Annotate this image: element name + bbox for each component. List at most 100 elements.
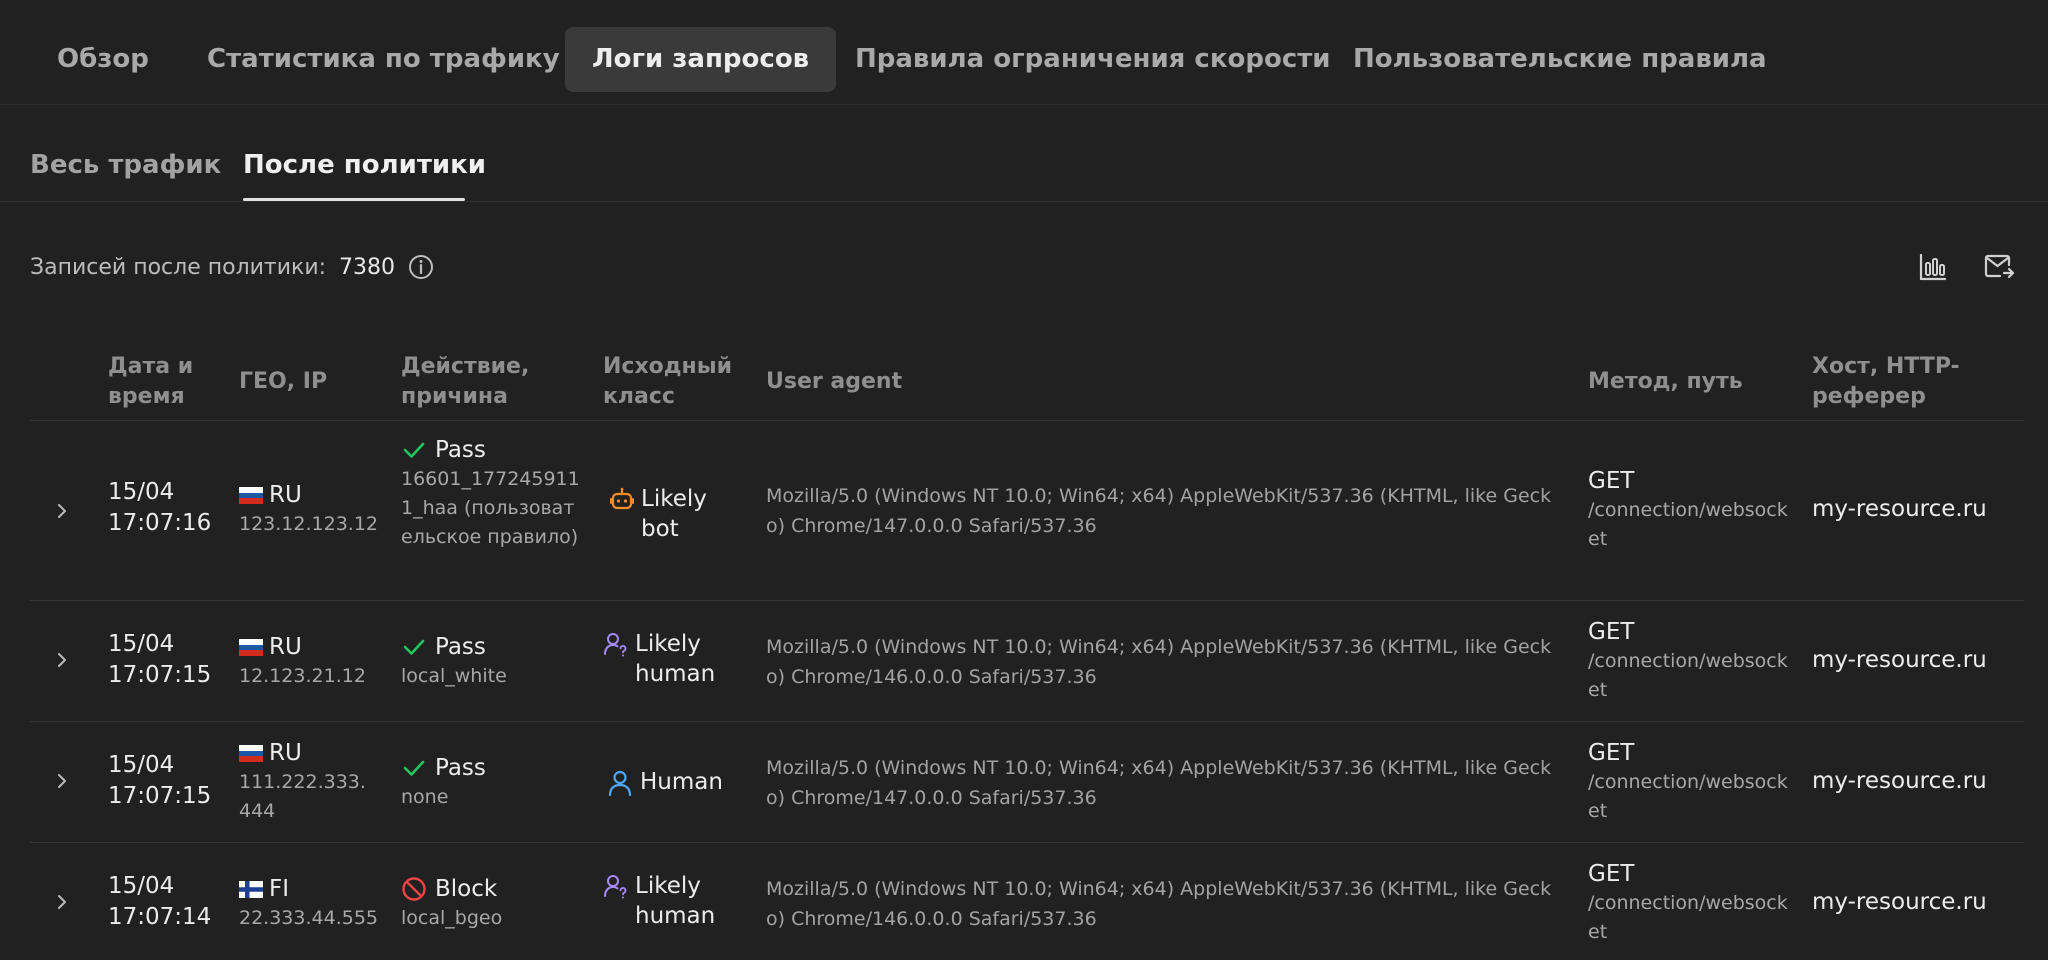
- subtab-after-policy[interactable]: После политики: [243, 150, 486, 180]
- chevron-right-icon[interactable]: [52, 501, 72, 521]
- time: 17:07:15: [108, 662, 212, 688]
- geo-ip: RU 111.222.333.444: [239, 738, 374, 826]
- request-path: /connection/websocket: [1588, 771, 1788, 822]
- likely-human-icon: [604, 875, 627, 899]
- request-path: /connection/websocket: [1588, 499, 1788, 550]
- user-agent: Mozilla/5.0 (Windows NT 10.0; Win64; x64…: [766, 878, 1552, 930]
- ip-address: 111.222.333.444: [239, 771, 366, 822]
- date: 15/04: [108, 479, 175, 505]
- chevron-right-icon[interactable]: [52, 650, 72, 670]
- info-icon[interactable]: [408, 254, 434, 280]
- chart-icon[interactable]: [1917, 251, 1949, 283]
- country-code: RU: [269, 634, 302, 660]
- http-method: GET: [1588, 468, 1635, 494]
- date: 15/04: [108, 631, 175, 657]
- action-reason-text: local_white: [401, 665, 507, 687]
- records-label: Записей после политики:: [30, 254, 327, 280]
- user-agent: Mozilla/5.0 (Windows NT 10.0; Win64; x64…: [766, 636, 1552, 688]
- ip-address: 12.123.21.12: [239, 665, 366, 687]
- ip-address: 22.333.44.555: [239, 907, 379, 929]
- column-header-action[interactable]: Действие, причина: [401, 352, 561, 412]
- class-label: Human: [640, 769, 723, 795]
- action-label: Pass: [435, 634, 486, 660]
- tab-rate-limit-rules[interactable]: Правила ограничения скорости: [828, 27, 1358, 92]
- http-method: GET: [1588, 619, 1635, 645]
- bot-icon: [610, 487, 634, 510]
- column-header-host-referer[interactable]: Хост, HTTP-реферер: [1812, 352, 1982, 412]
- check-icon: [403, 442, 425, 458]
- traffic-subtabs: Весь трафик После политики: [0, 106, 2048, 202]
- country-code: RU: [269, 740, 302, 766]
- country-code: FI: [269, 876, 290, 902]
- check-icon: [403, 639, 425, 655]
- host: my-resource.ru: [1812, 496, 1987, 522]
- host: my-resource.ru: [1812, 768, 1987, 794]
- email-export-icon[interactable]: [1983, 251, 2015, 283]
- datetime: 15/04 17:07:16: [108, 477, 228, 539]
- tab-custom-rules[interactable]: Пользовательские правила: [1326, 27, 1794, 92]
- time: 17:07:14: [108, 904, 212, 930]
- table-row[interactable]: 15/04 17:07:15 RU 12.123.21.12 Pass loca…: [30, 601, 2024, 722]
- records-summary: Записей после политики: 7380: [30, 251, 434, 283]
- action-label: Pass: [435, 755, 486, 781]
- human-icon: [608, 770, 632, 797]
- method-path: GET /connection/websocket: [1588, 617, 1788, 705]
- table-row[interactable]: 15/04 17:07:15 RU 111.222.333.444 Pass n…: [30, 722, 2024, 843]
- class-label: Likely human: [635, 873, 716, 929]
- flag-ru-icon: [239, 638, 263, 656]
- column-header-user-agent[interactable]: User agent: [766, 367, 966, 397]
- action-reason-text: 16601_1772459111_haa (пользовательское п…: [401, 468, 580, 548]
- column-header-source-class[interactable]: Исходный класс: [603, 352, 743, 412]
- time: 17:07:15: [108, 783, 212, 809]
- geo-ip: FI 22.333.44.555: [239, 874, 399, 933]
- geo-ip: RU 12.123.21.12: [239, 632, 379, 691]
- request-path: /connection/websocket: [1588, 650, 1788, 701]
- method-path: GET /connection/websocket: [1588, 466, 1788, 554]
- ip-address: 123.12.123.12: [239, 513, 379, 535]
- column-header-datetime[interactable]: Дата и время: [108, 352, 218, 412]
- request-path: /connection/websocket: [1588, 892, 1788, 943]
- datetime: 15/04 17:07:15: [108, 629, 228, 691]
- action-reason: Pass none: [401, 753, 581, 812]
- country-code: RU: [269, 482, 302, 508]
- column-header-geo-ip[interactable]: ГЕО, IP: [239, 367, 369, 397]
- date: 15/04: [108, 873, 175, 899]
- table-header: Дата и время ГЕО, IP Действие, причина И…: [30, 345, 2024, 421]
- flag-fi-icon: [239, 880, 263, 898]
- likely-human-icon: [604, 633, 627, 657]
- geo-ip: RU 123.12.123.12: [239, 480, 379, 539]
- action-reason-text: none: [401, 786, 449, 808]
- check-icon: [403, 760, 425, 776]
- http-method: GET: [1588, 861, 1635, 887]
- flag-ru-icon: [239, 744, 263, 762]
- source-class: Likely human: [603, 629, 725, 689]
- table-row[interactable]: 15/04 17:07:14 FI 22.333.44.555 Block lo…: [30, 843, 2024, 960]
- records-count: 7380: [339, 254, 396, 280]
- source-class: Human: [606, 767, 723, 797]
- active-subtab-indicator: [243, 198, 465, 201]
- tab-traffic-stats[interactable]: Статистика по трафику: [180, 27, 587, 92]
- date: 15/04: [108, 752, 175, 778]
- chevron-right-icon[interactable]: [52, 892, 72, 912]
- tab-request-logs[interactable]: Логи запросов: [565, 27, 837, 92]
- http-method: GET: [1588, 740, 1635, 766]
- table-row[interactable]: 15/04 17:07:16 RU 123.12.123.12 Pass 166…: [30, 421, 2024, 601]
- source-class: Likely human: [603, 871, 725, 931]
- action-reason-text: local_bgeo: [401, 907, 503, 929]
- tab-overview[interactable]: Обзор: [30, 27, 176, 92]
- host: my-resource.ru: [1812, 889, 1987, 915]
- chevron-right-icon[interactable]: [52, 771, 72, 791]
- time: 17:07:16: [108, 510, 212, 536]
- user-agent: Mozilla/5.0 (Windows NT 10.0; Win64; x64…: [766, 757, 1552, 809]
- action-reason: Pass local_white: [401, 632, 581, 691]
- datetime: 15/04 17:07:14: [108, 871, 228, 933]
- subtab-all-traffic[interactable]: Весь трафик: [30, 150, 221, 180]
- flag-ru-icon: [239, 486, 263, 504]
- user-agent: Mozilla/5.0 (Windows NT 10.0; Win64; x64…: [766, 485, 1552, 537]
- action-label: Block: [435, 876, 498, 902]
- class-label: Likely human: [635, 631, 716, 687]
- action-reason: Block local_bgeo: [401, 874, 581, 933]
- method-path: GET /connection/websocket: [1588, 859, 1788, 947]
- action-label: Pass: [435, 437, 486, 463]
- column-header-method-path[interactable]: Метод, путь: [1588, 367, 1788, 397]
